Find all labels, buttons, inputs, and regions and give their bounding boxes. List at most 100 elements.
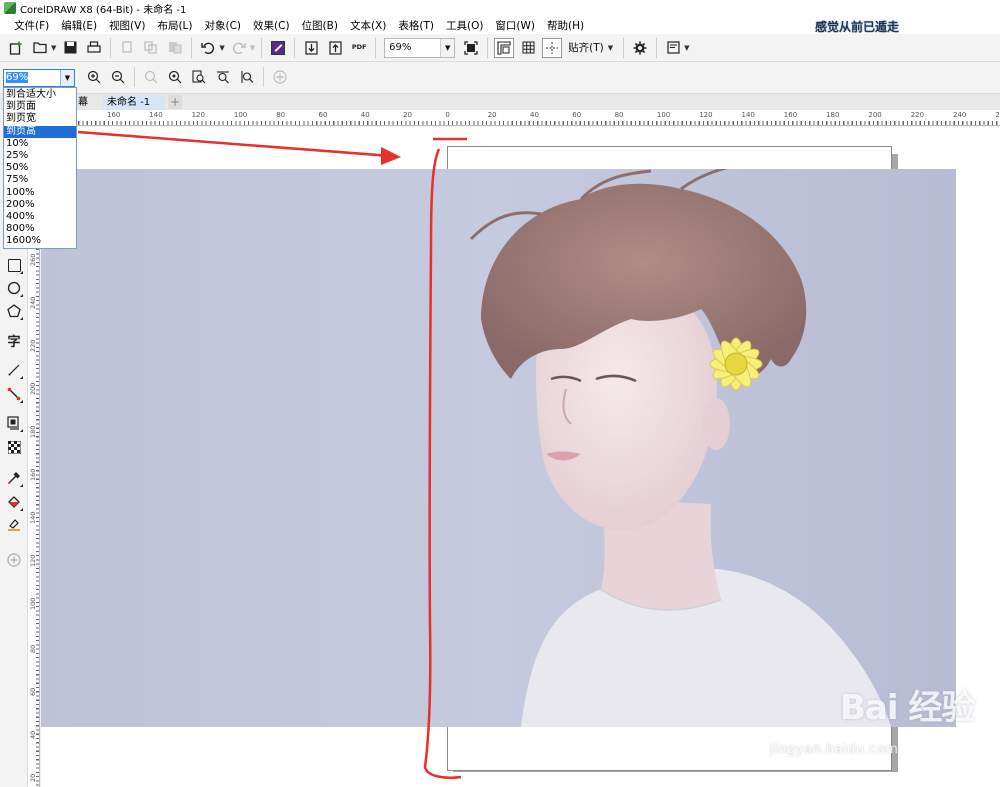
menu-object[interactable]: 对象(C): [199, 18, 248, 33]
menu-file[interactable]: 文件(F): [8, 18, 55, 33]
zoom-in-icon[interactable]: [84, 67, 104, 87]
undo-icon[interactable]: [198, 38, 218, 58]
horizontal-ruler[interactable]: 160 140 120 100 80 60 40 20 0 20 40 60 80 100 120 140 16…: [40, 110, 1000, 126]
undo-dropdown-icon[interactable]: ▼: [219, 44, 224, 52]
publish-pdf-icon[interactable]: PDF: [349, 38, 369, 58]
save-icon[interactable]: [60, 38, 80, 58]
toolbar-separator: [191, 37, 193, 58]
zoom-option[interactable]: 75%: [4, 174, 76, 186]
ruler-label: 20: [29, 773, 37, 782]
zoom-option-selected[interactable]: 到页高: [4, 125, 76, 138]
menu-text[interactable]: 文本(X): [344, 18, 392, 33]
chevron-down-icon[interactable]: ▼: [440, 38, 455, 57]
application-launcher-icon[interactable]: [663, 38, 683, 58]
ruler-label: 40: [360, 111, 370, 119]
search-content-icon[interactable]: [268, 38, 288, 58]
polygon-tool-icon[interactable]: [4, 301, 24, 321]
toolbar-separator: [487, 37, 489, 58]
zoom-option[interactable]: 800%: [4, 223, 76, 235]
menu-effects[interactable]: 效果(C): [247, 18, 296, 33]
zoom-option[interactable]: 10%: [4, 138, 76, 150]
new-document-icon[interactable]: [6, 38, 26, 58]
zoom-option[interactable]: 1600%: [4, 235, 76, 247]
menu-edit[interactable]: 编辑(E): [55, 18, 103, 33]
snap-to-button[interactable]: 贴齐(T) ▼: [568, 40, 615, 55]
open-dropdown-icon[interactable]: ▼: [51, 44, 56, 52]
menu-tools[interactable]: 工具(O): [440, 18, 489, 33]
show-grid-icon[interactable]: [518, 38, 538, 58]
add-tab-button[interactable]: +: [168, 95, 182, 109]
ruler-label: 20: [487, 111, 497, 119]
ruler-label: 100: [656, 111, 671, 119]
zoom-option[interactable]: 25%: [4, 150, 76, 162]
zoom-option[interactable]: 400%: [4, 211, 76, 223]
chevron-down-icon[interactable]: ▼: [60, 70, 74, 86]
export-icon[interactable]: [325, 38, 345, 58]
zoom-to-all-objects-icon[interactable]: [165, 67, 185, 87]
add-tool-icon[interactable]: [4, 550, 24, 570]
ruler-label: 60: [572, 111, 582, 119]
color-eyedropper-tool-icon[interactable]: [4, 468, 24, 488]
copy-icon[interactable]: [141, 38, 161, 58]
interactive-fill-tool-icon[interactable]: [4, 492, 24, 512]
connector-tool-icon[interactable]: [4, 384, 24, 404]
menu-view[interactable]: 视图(V): [103, 18, 151, 33]
zoom-option[interactable]: 100%: [4, 187, 76, 199]
zoom-option[interactable]: 50%: [4, 162, 76, 174]
menu-table[interactable]: 表格(T): [392, 18, 440, 33]
menu-help[interactable]: 帮助(H): [541, 18, 590, 33]
ruler-ticks: [40, 121, 1000, 125]
toolbar-separator: [263, 67, 264, 87]
transparency-tool-icon[interactable]: [4, 437, 24, 457]
smart-fill-tool-icon[interactable]: [4, 515, 24, 535]
zoom-option[interactable]: 到页面: [4, 101, 76, 113]
standard-toolbar: ▼ ▼ ▼ PDF 69% ▼ 贴齐(T) ▼ ▼: [0, 34, 1000, 62]
ruler-label: 60: [29, 687, 37, 696]
open-folder-icon[interactable]: [30, 38, 50, 58]
show-guidelines-icon[interactable]: [542, 37, 563, 58]
drop-shadow-tool-icon[interactable]: [4, 413, 24, 433]
tab-untitled-1[interactable]: 未命名 -1: [103, 95, 165, 110]
rectangle-tool-icon[interactable]: [4, 255, 24, 275]
cut-icon[interactable]: [117, 38, 137, 58]
ruler-label: 120: [699, 111, 713, 119]
paste-icon[interactable]: [165, 38, 185, 58]
zoom-level-combo[interactable]: 69% ▼: [384, 37, 456, 58]
zoom-option[interactable]: 到合适大小: [4, 89, 76, 101]
print-icon[interactable]: [84, 38, 104, 58]
toolbar-separator: [261, 37, 263, 58]
show-rulers-icon[interactable]: [494, 37, 515, 58]
property-zoom-combo[interactable]: 69% ▼: [3, 69, 75, 87]
ruler-label: 180: [826, 111, 840, 119]
zoom-to-page-height-icon[interactable]: [237, 67, 257, 87]
ruler-label: 40: [530, 111, 539, 119]
zoom-dropdown-list[interactable]: 到合适大小 到页面 到页宽 到页高 10% 25% 50% 75% 100% 2…: [3, 87, 77, 250]
zoom-to-selected-icon[interactable]: [141, 67, 161, 87]
ellipse-tool-icon[interactable]: [4, 278, 24, 298]
gear-icon[interactable]: [630, 38, 650, 58]
ruler-label: 240: [29, 296, 37, 309]
zoom-to-page-icon[interactable]: [189, 67, 209, 87]
title-bar: CorelDRAW X8 (64-Bit) - 未命名 -1: [0, 0, 1000, 16]
property-zoom-value[interactable]: 69%: [4, 70, 60, 86]
ruler-label: 260: [29, 253, 37, 266]
zoom-out-icon[interactable]: [108, 67, 128, 87]
ruler-label: 80: [276, 111, 286, 119]
zoom-level-value[interactable]: 69%: [385, 42, 440, 53]
redo-icon[interactable]: [229, 38, 249, 58]
menu-layout[interactable]: 布局(L): [151, 18, 198, 33]
zoom-to-page-width-icon[interactable]: [213, 67, 233, 87]
add-tool-icon[interactable]: [270, 67, 290, 87]
zoom-option[interactable]: 200%: [4, 199, 76, 211]
parallel-dimension-tool-icon[interactable]: [4, 360, 24, 380]
import-icon[interactable]: [301, 38, 321, 58]
launcher-dropdown-icon[interactable]: ▼: [684, 44, 689, 52]
property-zoom-text: 69%: [6, 72, 29, 83]
menu-window[interactable]: 窗口(W): [489, 18, 541, 33]
menu-bitmaps[interactable]: 位图(B): [296, 18, 344, 33]
zoom-option[interactable]: 到页宽: [4, 113, 76, 125]
text-tool-icon[interactable]: 字: [4, 330, 24, 350]
full-screen-preview-icon[interactable]: [461, 38, 481, 58]
redo-dropdown-icon[interactable]: ▼: [250, 44, 255, 52]
snap-dropdown-icon[interactable]: ▼: [608, 44, 613, 52]
